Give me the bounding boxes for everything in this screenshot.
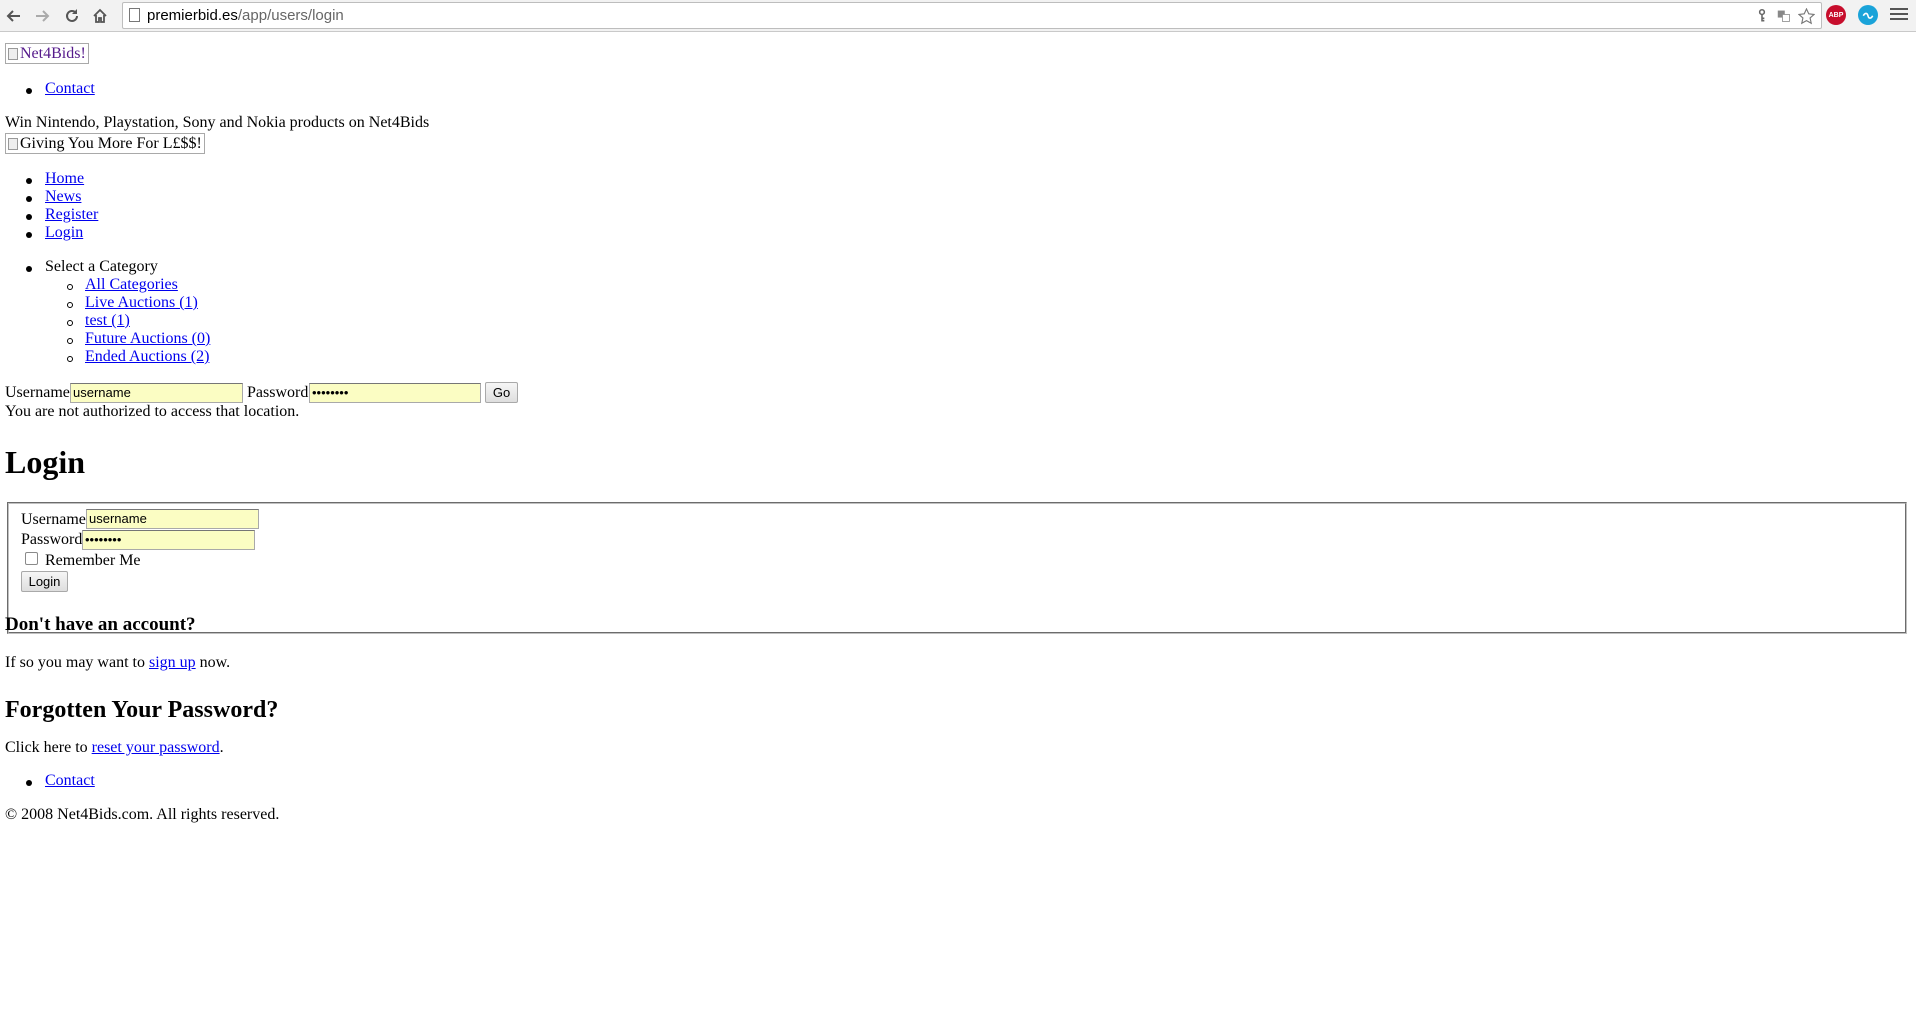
list-bullet: [26, 178, 32, 184]
quick-password-input[interactable]: ••••••••: [309, 383, 481, 403]
copyright: © 2008 Net4Bids.com. All rights reserved…: [5, 806, 280, 823]
sign-up-link[interactable]: sign up: [149, 654, 196, 671]
forward-arrow-icon[interactable]: [30, 4, 54, 28]
key-icon[interactable]: [1753, 7, 1771, 25]
header-contact-link[interactable]: Contact: [45, 80, 95, 98]
category-all-link[interactable]: All Categories: [85, 276, 178, 294]
signup-text-before: If so you may want to: [5, 654, 145, 671]
category-future-link[interactable]: Future Auctions (0): [85, 330, 210, 348]
login-submit-button[interactable]: Login: [21, 571, 68, 592]
reset-password-link[interactable]: reset your password: [92, 739, 220, 756]
login-username-input[interactable]: username: [86, 509, 259, 529]
list-bullet: [67, 284, 73, 290]
logo-image-link[interactable]: Net4Bids!: [5, 43, 89, 64]
footer-contact-link[interactable]: Contact: [45, 772, 95, 790]
category-heading: Select a Category: [45, 258, 158, 275]
page-icon: [129, 8, 140, 22]
quick-username-label: Username: [5, 384, 70, 401]
broken-image-icon: [8, 137, 18, 150]
login-username-label: Username: [21, 511, 86, 528]
login-password-label: Password: [21, 531, 83, 548]
forgot-text-after: .: [219, 739, 224, 756]
category-ended-link[interactable]: Ended Auctions (2): [85, 348, 209, 366]
url-host: premierbid.es: [147, 7, 238, 24]
category-live-link[interactable]: Live Auctions (1): [85, 294, 198, 312]
url-text: premierbid.es/app/users/login: [147, 7, 344, 24]
quick-go-button[interactable]: Go: [485, 382, 518, 403]
category-test-link[interactable]: test (1): [85, 312, 130, 330]
quick-username-input[interactable]: username: [70, 383, 243, 403]
signup-heading: Don't have an account?: [5, 614, 196, 635]
list-bullet: [67, 320, 73, 326]
logo-alt-text: Net4Bids!: [20, 44, 86, 62]
nav-register-link[interactable]: Register: [45, 206, 98, 224]
url-path: /app/users/login: [237, 7, 344, 24]
quick-password-label: Password: [247, 384, 309, 401]
broken-image-icon: [8, 47, 18, 60]
login-form-fieldset: [7, 502, 1907, 634]
list-bullet: [26, 214, 32, 220]
list-bullet: [67, 302, 73, 308]
page-content: Net4Bids! Contact Win Nintendo, Playstat…: [0, 32, 1916, 1009]
list-bullet: [26, 780, 32, 786]
list-bullet: [26, 232, 32, 238]
bookmark-star-icon[interactable]: [1797, 7, 1815, 25]
home-icon[interactable]: [88, 4, 112, 28]
flash-message: You are not authorized to access that lo…: [5, 403, 300, 420]
slogan-image: Giving You More For L£$$!: [5, 133, 205, 154]
browser-toolbar: premierbid.es/app/users/login ABP: [0, 0, 1916, 32]
reload-icon[interactable]: [60, 4, 84, 28]
adblock-label: ABP: [1828, 11, 1844, 19]
list-bullet: [26, 196, 32, 202]
nav-news-link[interactable]: News: [45, 188, 81, 206]
extension-icon[interactable]: [1858, 5, 1878, 25]
list-bullet: [67, 338, 73, 344]
remember-me-checkbox[interactable]: [25, 552, 38, 565]
nav-home-link[interactable]: Home: [45, 170, 84, 188]
forgot-text: Click here to reset your password.: [5, 739, 224, 757]
adblock-plus-icon[interactable]: ABP: [1826, 5, 1846, 25]
list-bullet: [26, 88, 32, 94]
slogan-alt-text: Giving You More For L£$$!: [20, 134, 202, 152]
nav-login-link[interactable]: Login: [45, 224, 83, 242]
list-bullet: [67, 356, 73, 362]
login-title: Login: [5, 444, 86, 480]
list-bullet: [26, 266, 32, 272]
forgot-heading: Forgotten Your Password?: [5, 697, 279, 723]
browser-menu-icon[interactable]: [1890, 6, 1908, 24]
address-bar[interactable]: premierbid.es/app/users/login: [122, 2, 1822, 29]
signup-text-after: now.: [199, 654, 231, 671]
translate-icon[interactable]: [1775, 7, 1793, 25]
tagline: Win Nintendo, Playstation, Sony and Noki…: [5, 114, 430, 131]
login-password-input[interactable]: ••••••••: [82, 530, 255, 550]
forgot-text-before: Click here to: [5, 739, 88, 756]
signup-text: If so you may want to sign up now.: [5, 654, 230, 672]
back-arrow-icon[interactable]: [2, 4, 26, 28]
remember-me-label: Remember Me: [45, 552, 141, 569]
